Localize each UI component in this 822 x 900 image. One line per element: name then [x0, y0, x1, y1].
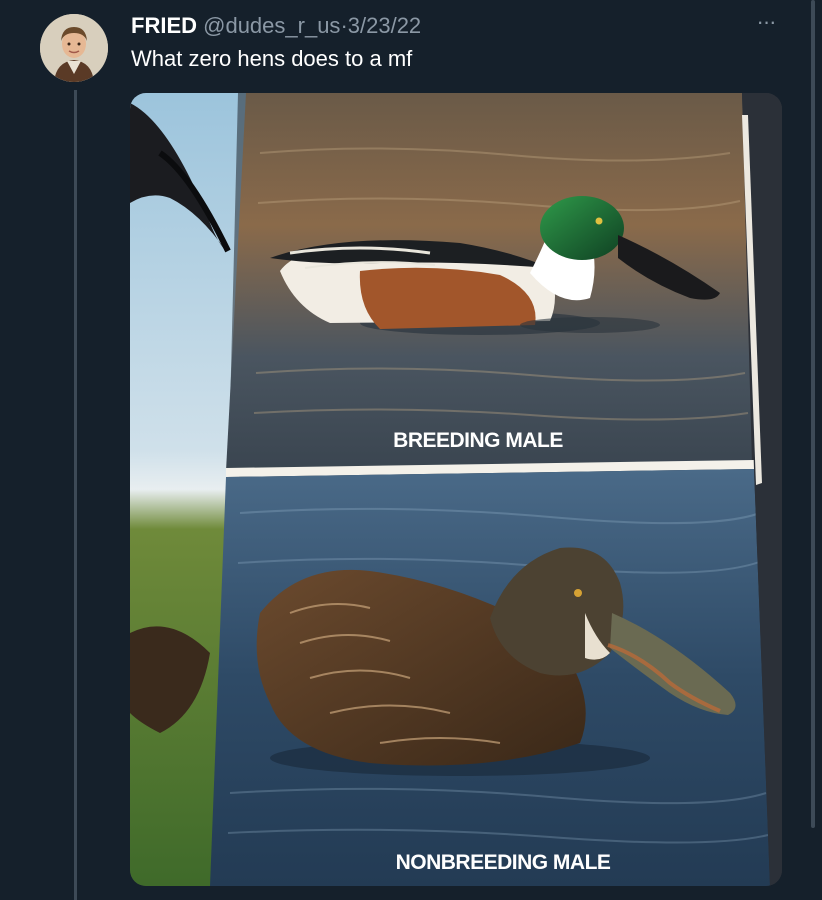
duck-book-photo: BREEDING MALE NONBREEDING MALE [130, 93, 782, 886]
tweet-photo[interactable]: BREEDING MALE NONBREEDING MALE [130, 93, 782, 886]
avatar-image [40, 14, 108, 82]
separator-dot: · [340, 13, 348, 38]
avatar[interactable] [40, 14, 108, 82]
display-name[interactable]: FRIED [131, 13, 197, 38]
scrollbar[interactable] [811, 0, 815, 828]
more-options-icon[interactable]: ··· [750, 10, 782, 34]
user-handle[interactable]: @dudes_r_us [203, 13, 340, 38]
tweet-header: FRIED @dudes_r_us·3/23/22 [131, 12, 421, 40]
caption-nonbreeding-male: NONBREEDING MALE [396, 851, 611, 874]
tweet-date[interactable]: 3/23/22 [348, 13, 421, 38]
thread-line [74, 90, 77, 900]
tweet-text: What zero hens does to a mf [131, 46, 413, 71]
tweet[interactable]: FRIED @dudes_r_us·3/23/22 What zero hens… [0, 0, 822, 900]
caption-breeding-male: BREEDING MALE [393, 429, 563, 452]
